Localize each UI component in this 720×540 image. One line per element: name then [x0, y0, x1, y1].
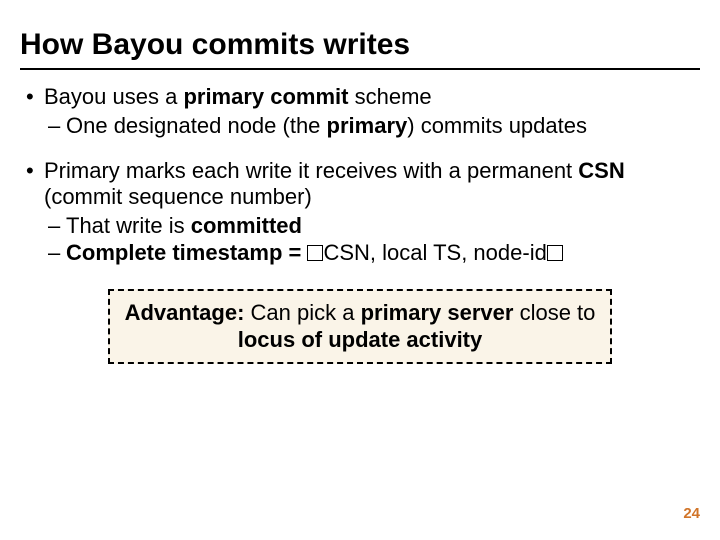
bullet-list: Bayou uses a primary commit scheme One d…	[20, 84, 700, 267]
text: Primary marks each write it receives wit…	[44, 158, 578, 183]
sub-bullet: Complete timestamp = CSN, local TS, node…	[44, 240, 700, 267]
text: That write is	[66, 213, 191, 238]
text-bold: CSN	[578, 158, 624, 183]
text: (commit sequence number)	[44, 184, 312, 209]
text-bold: Advantage:	[125, 300, 245, 325]
slide-title: How Bayou commits writes	[20, 28, 700, 62]
bullet-2: Primary marks each write it receives wit…	[20, 158, 700, 267]
text: scheme	[349, 84, 432, 109]
bullet-1: Bayou uses a primary commit scheme One d…	[20, 84, 700, 140]
text: ) commits updates	[407, 113, 587, 138]
placeholder-glyph-icon	[307, 245, 323, 261]
sub-list: That write is committed Complete timesta…	[44, 213, 700, 267]
page-number: 24	[683, 505, 700, 522]
sub-list: One designated node (the primary) commit…	[44, 113, 700, 140]
text-bold: primary commit	[183, 84, 348, 109]
advantage-callout: Advantage: Can pick a primary server clo…	[108, 289, 612, 364]
title-underline	[20, 68, 700, 70]
slide: How Bayou commits writes Bayou uses a pr…	[0, 0, 720, 540]
text: Can pick a	[244, 300, 360, 325]
text: Bayou uses a	[44, 84, 183, 109]
sub-bullet: One designated node (the primary) commit…	[44, 113, 700, 140]
text-bold: Complete timestamp =	[66, 240, 307, 265]
placeholder-glyph-icon	[547, 245, 563, 261]
text-bold: primary	[327, 113, 408, 138]
text: CSN, local TS, node-id	[323, 240, 546, 265]
text-bold: locus of update activity	[238, 327, 483, 352]
text: One designated node (the	[66, 113, 327, 138]
text: close to	[513, 300, 595, 325]
text-bold: primary server	[361, 300, 514, 325]
text-bold: committed	[191, 213, 302, 238]
sub-bullet: That write is committed	[44, 213, 700, 240]
